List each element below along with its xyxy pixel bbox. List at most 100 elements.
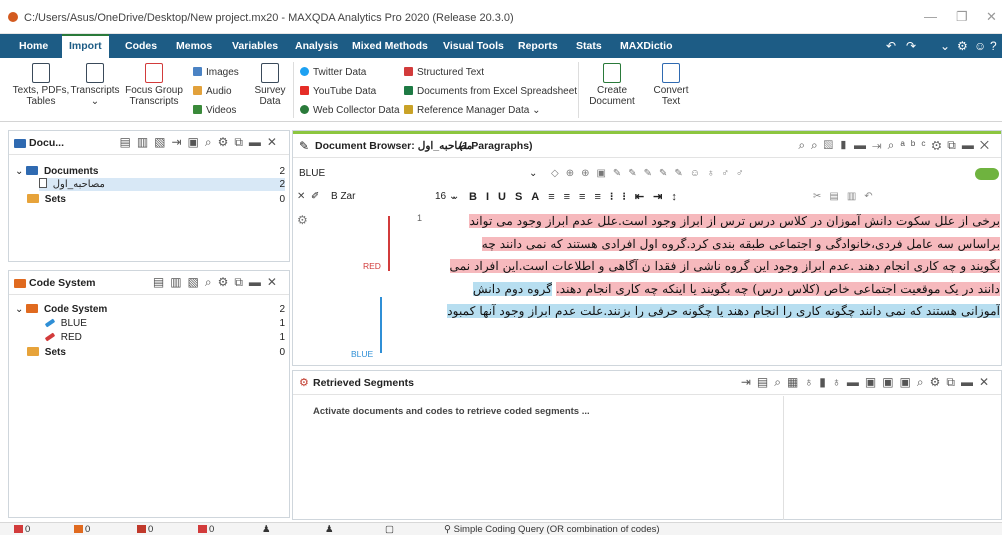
page-icon[interactable]: ▢ <box>385 524 394 535</box>
text-line: براساس سه عامل فردی،خانوادگی و اجتماعی ط… <box>481 236 1000 251</box>
menu-home[interactable]: Home <box>12 34 55 58</box>
maxqda-logo-icon <box>8 12 18 22</box>
import-images-button[interactable]: Images <box>193 66 239 80</box>
code-selector[interactable]: BLUE ⌄ <box>299 164 549 184</box>
import-videos-button[interactable]: Videos <box>193 104 236 118</box>
chevron-down-icon[interactable]: ⌄ <box>15 166 23 177</box>
eraser-icon[interactable]: ✐ <box>311 187 319 207</box>
clipboard-tools[interactable]: ✂▤▥↶ <box>813 187 881 207</box>
convert-text-button[interactable]: Convert Text <box>645 63 697 107</box>
status-query[interactable]: ⚲ Simple Coding Query (OR combination of… <box>444 524 660 535</box>
import-youtube-button[interactable]: YouTube Data <box>300 85 376 99</box>
code-pen-icon <box>44 318 56 328</box>
gear-icon[interactable]: ⚙ <box>957 34 968 58</box>
status-memos[interactable]: 0 <box>198 524 214 535</box>
transcript-icon <box>86 63 104 83</box>
create-document-button[interactable]: Create Document <box>584 63 640 107</box>
coding-tools[interactable]: ◇⊕⊕▣✎✎✎✎✎☺♁♂♂ <box>551 164 751 184</box>
restore-icon[interactable]: ❐ <box>956 9 968 25</box>
red-code-label: RED <box>363 261 381 271</box>
excel-icon <box>404 86 413 95</box>
import-transcripts-button[interactable]: Transcripts ⌄ <box>70 63 120 107</box>
tree-row-code-sets[interactable]: Sets 0 <box>27 346 285 359</box>
close-icon[interactable]: ✕ <box>297 187 305 207</box>
codes-status-icon <box>74 525 83 533</box>
code-system-panel: Code System ▤▥▧⌕⚙⧉▬✕ ⌄ Code System 2 BLU… <box>8 270 290 518</box>
menu-stats[interactable]: Stats <box>569 34 609 58</box>
documents-status-icon <box>14 525 23 533</box>
font-size-selector[interactable]: 16 ⌄ <box>435 187 457 207</box>
close-icon[interactable]: ✕ <box>986 9 997 25</box>
import-audio-button[interactable]: Audio <box>193 85 232 99</box>
menu-visual-tools[interactable]: Visual Tools <box>436 34 511 58</box>
settings-icon[interactable]: ⚙ <box>297 213 308 227</box>
import-texts-button[interactable]: Texts, PDFs, Tables <box>12 63 70 107</box>
red-code-stripe[interactable] <box>388 216 390 271</box>
menu-mixed-methods[interactable]: Mixed Methods <box>345 34 435 58</box>
create-document-icon <box>603 63 621 83</box>
import-twitter-button[interactable]: Twitter Data <box>300 66 366 80</box>
image-icon <box>193 67 202 76</box>
tree-row-code-red[interactable]: RED 1 <box>44 331 285 344</box>
undo-icon[interactable]: ↶ <box>886 34 896 58</box>
survey-icon <box>261 63 279 83</box>
sets-folder-icon <box>27 194 39 203</box>
tree-row-sets[interactable]: Sets 0 <box>27 193 285 206</box>
paragraph-count: (1 Paragraphs) <box>459 140 533 152</box>
menu-bar: Home Import Codes Memos Variables Analys… <box>0 34 1002 58</box>
code-system-header: Code System ▤▥▧⌕⚙⧉▬✕ <box>9 271 289 295</box>
status-documents[interactable]: 0 <box>14 524 30 535</box>
code-system-title: Code System <box>29 277 96 289</box>
menu-codes[interactable]: Codes <box>118 34 164 58</box>
menu-memos[interactable]: Memos <box>169 34 219 58</box>
import-survey-button[interactable]: Survey Data <box>250 63 290 107</box>
chevron-down-icon[interactable]: ⌄ <box>529 164 537 184</box>
audio-icon <box>193 86 202 95</box>
menu-import[interactable]: Import <box>62 34 109 58</box>
tree-row-code-blue[interactable]: BLUE 1 <box>44 317 285 330</box>
import-reference-manager-button[interactable]: Reference Manager Data ⌄ <box>404 104 540 118</box>
text-line: دانند در یک موقعیت اجتماعی خاص (کلاس درس… <box>472 281 1000 296</box>
focus-group-icon <box>145 63 163 83</box>
retrieved-segments-icon: ⚙ <box>299 377 309 389</box>
twitter-icon <box>300 67 309 76</box>
format-tools[interactable]: BIUSA≡≡≡≡⁝⁝⇤⇥↕ <box>469 187 686 207</box>
convert-text-icon <box>662 63 680 83</box>
toggle-switch[interactable] <box>975 168 999 180</box>
tree-row-documents[interactable]: ⌄ Documents 2 <box>15 165 285 178</box>
sets-folder-icon <box>27 347 39 356</box>
import-web-collector-button[interactable]: Web Collector Data <box>300 104 400 118</box>
status-links[interactable]: 0 <box>137 524 153 535</box>
help-icon[interactable]: ? <box>990 34 997 58</box>
menu-analysis[interactable]: Analysis <box>288 34 345 58</box>
minimize-icon[interactable]: — <box>924 9 937 24</box>
import-structured-text-button[interactable]: Structured Text <box>404 66 484 80</box>
blue-code-stripe[interactable] <box>380 297 382 353</box>
redo-icon[interactable]: ↷ <box>906 34 916 58</box>
import-excel-button[interactable]: Documents from Excel Spreadsheet <box>404 85 577 99</box>
user-icon[interactable]: ♟ <box>262 524 271 535</box>
youtube-icon <box>300 86 309 95</box>
menu-variables[interactable]: Variables <box>225 34 285 58</box>
chevron-down-icon[interactable]: ⌄ <box>940 34 950 58</box>
menu-maxdictio[interactable]: MAXDictio <box>613 34 680 58</box>
status-codes[interactable]: 0 <box>74 524 90 535</box>
chevron-down-icon[interactable]: ⌄ <box>15 304 23 315</box>
reference-manager-icon <box>404 105 413 114</box>
status-bar: 0 0 0 0 ♟ ♟ ▢ ⚲ Simple Coding Query (OR … <box>0 522 1002 535</box>
tree-row-document[interactable]: مصاحبه_اول 2 <box>39 178 285 191</box>
links-status-icon <box>137 525 146 533</box>
window-title: C:/Users/Asus/OneDrive/Desktop/New proje… <box>24 12 514 24</box>
retrieved-segments-tools: ⇥▤⌕▦♁▮♁▬▣▣▣⌕⚙⧉▬✕ <box>740 375 995 389</box>
folder-icon <box>26 166 39 175</box>
tree-row-code-system[interactable]: ⌄ Code System 2 <box>15 303 285 316</box>
users-icon[interactable]: ♟ <box>325 524 334 535</box>
text-line: بگویند و چه کاری انجام دهند .عدم ابراز و… <box>449 259 1000 273</box>
document-text[interactable]: برخی از علل سکوت دانش آموزان در کلاس درس… <box>438 210 1000 366</box>
import-focus-group-button[interactable]: Focus Group Transcripts <box>122 63 186 107</box>
menu-reports[interactable]: Reports <box>511 34 565 58</box>
code-system-tools: ▤▥▧⌕⚙⧉▬✕ <box>152 275 283 289</box>
web-collector-icon <box>300 105 309 114</box>
code-pen-icon <box>44 332 56 342</box>
smiley-icon[interactable]: ☺ <box>974 34 986 58</box>
